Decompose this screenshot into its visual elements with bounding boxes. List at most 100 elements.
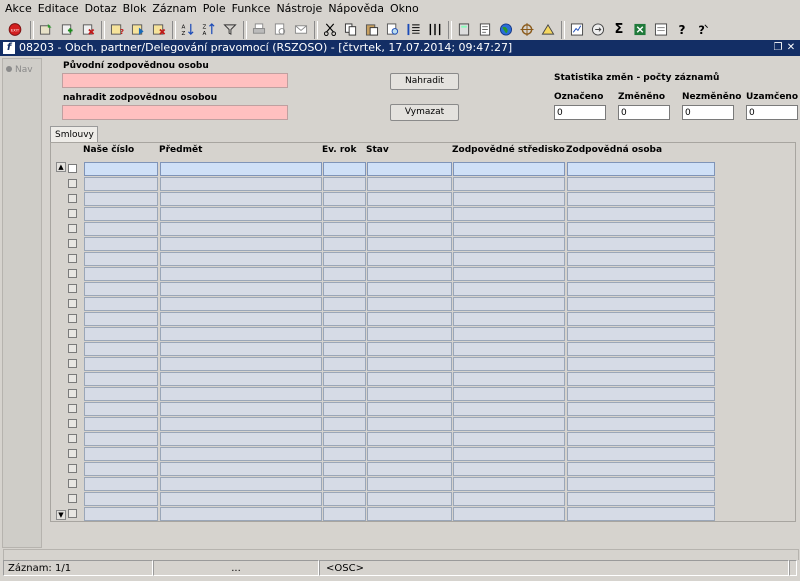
menu-item-9[interactable]: Okno xyxy=(387,0,422,17)
save-icon[interactable] xyxy=(37,21,55,38)
table-cell[interactable] xyxy=(323,237,366,251)
question-icon[interactable]: ? xyxy=(673,21,691,38)
table-cell[interactable] xyxy=(367,237,452,251)
menu-item-0[interactable]: Akce xyxy=(0,0,35,17)
table-cell[interactable] xyxy=(567,162,715,176)
row-checkbox[interactable] xyxy=(68,329,77,338)
table-row[interactable] xyxy=(56,447,716,462)
find-icon[interactable] xyxy=(384,21,402,38)
globe-icon[interactable] xyxy=(497,21,515,38)
table-cell[interactable] xyxy=(323,177,366,191)
table-cell[interactable] xyxy=(323,462,366,476)
table-cell[interactable] xyxy=(84,267,158,281)
replace-button[interactable]: Nahradit xyxy=(390,73,459,90)
row-checkbox[interactable] xyxy=(68,284,77,293)
table-cell[interactable] xyxy=(84,477,158,491)
table-row[interactable] xyxy=(56,372,716,387)
menu-item-3[interactable]: Blok xyxy=(120,0,150,17)
table-cell[interactable] xyxy=(367,207,452,221)
table-row[interactable] xyxy=(56,342,716,357)
table-cell[interactable] xyxy=(567,207,715,221)
table-row[interactable] xyxy=(56,387,716,402)
table-cell[interactable] xyxy=(453,432,565,446)
excel-icon[interactable] xyxy=(631,21,649,38)
table-cell[interactable] xyxy=(453,207,565,221)
table-cell[interactable] xyxy=(160,477,322,491)
table-cell[interactable] xyxy=(323,372,366,386)
table-cell[interactable] xyxy=(453,417,565,431)
table-cell[interactable] xyxy=(367,267,452,281)
table-cell[interactable] xyxy=(323,297,366,311)
table-cell[interactable] xyxy=(84,237,158,251)
table-cell[interactable] xyxy=(567,387,715,401)
table-cell[interactable] xyxy=(453,342,565,356)
table-cell[interactable] xyxy=(567,297,715,311)
table-cell[interactable] xyxy=(84,402,158,416)
stat-value-3[interactable]: 0 xyxy=(746,105,798,120)
table-cell[interactable] xyxy=(84,342,158,356)
table-cell[interactable] xyxy=(453,477,565,491)
table-cell[interactable] xyxy=(84,162,158,176)
table-cell[interactable] xyxy=(367,462,452,476)
table-row[interactable] xyxy=(56,222,716,237)
table-cell[interactable] xyxy=(323,327,366,341)
copy-icon[interactable] xyxy=(342,21,360,38)
table-cell[interactable] xyxy=(84,207,158,221)
sort-descending-icon[interactable]: ZA xyxy=(200,21,218,38)
table-row[interactable] xyxy=(56,252,716,267)
table-row[interactable] xyxy=(56,432,716,447)
table-row[interactable] xyxy=(56,357,716,372)
table-cell[interactable] xyxy=(160,342,322,356)
table-cell[interactable] xyxy=(367,162,452,176)
table-cell[interactable] xyxy=(84,297,158,311)
table-cell[interactable] xyxy=(323,402,366,416)
table-cell[interactable] xyxy=(567,222,715,236)
table-cell[interactable] xyxy=(323,222,366,236)
table-cell[interactable] xyxy=(323,417,366,431)
table-cell[interactable] xyxy=(567,372,715,386)
table-cell[interactable] xyxy=(160,207,322,221)
replace-person-field[interactable] xyxy=(62,105,288,120)
table-cell[interactable] xyxy=(160,507,322,521)
menu-item-8[interactable]: Nápověda xyxy=(325,0,387,17)
table-cell[interactable] xyxy=(160,162,322,176)
row-checkbox[interactable] xyxy=(68,299,77,308)
export-icon[interactable] xyxy=(589,21,607,38)
row-checkbox[interactable] xyxy=(68,359,77,368)
row-checkbox[interactable] xyxy=(68,374,77,383)
report-icon[interactable] xyxy=(568,21,586,38)
table-cell[interactable] xyxy=(160,267,322,281)
menu-item-7[interactable]: Nástroje xyxy=(273,0,325,17)
table-cell[interactable] xyxy=(367,192,452,206)
table-cell[interactable] xyxy=(160,387,322,401)
row-checkbox[interactable] xyxy=(68,434,77,443)
table-cell[interactable] xyxy=(367,222,452,236)
stat-value-2[interactable]: 0 xyxy=(682,105,734,120)
table-cell[interactable] xyxy=(567,447,715,461)
table-cell[interactable] xyxy=(84,357,158,371)
table-cell[interactable] xyxy=(453,312,565,326)
table-cell[interactable] xyxy=(323,432,366,446)
table-row[interactable] xyxy=(56,507,716,522)
original-person-field[interactable] xyxy=(62,73,288,88)
table-cell[interactable] xyxy=(84,417,158,431)
table-cell[interactable] xyxy=(367,297,452,311)
table-cell[interactable] xyxy=(367,312,452,326)
close-icon[interactable]: ✕ xyxy=(786,42,796,53)
mail-icon[interactable] xyxy=(292,21,310,38)
enter-query-icon[interactable]: ? xyxy=(108,21,126,38)
table-cell[interactable] xyxy=(84,447,158,461)
row-checkbox[interactable] xyxy=(68,194,77,203)
context-help-icon[interactable] xyxy=(652,21,670,38)
table-cell[interactable] xyxy=(160,417,322,431)
table-cell[interactable] xyxy=(84,327,158,341)
print-icon[interactable] xyxy=(250,21,268,38)
table-cell[interactable] xyxy=(84,462,158,476)
table-cell[interactable] xyxy=(160,462,322,476)
nav-label[interactable]: Nav xyxy=(6,65,33,75)
table-cell[interactable] xyxy=(84,432,158,446)
table-cell[interactable] xyxy=(323,192,366,206)
row-checkbox[interactable] xyxy=(68,164,77,173)
table-cell[interactable] xyxy=(567,477,715,491)
table-cell[interactable] xyxy=(367,447,452,461)
